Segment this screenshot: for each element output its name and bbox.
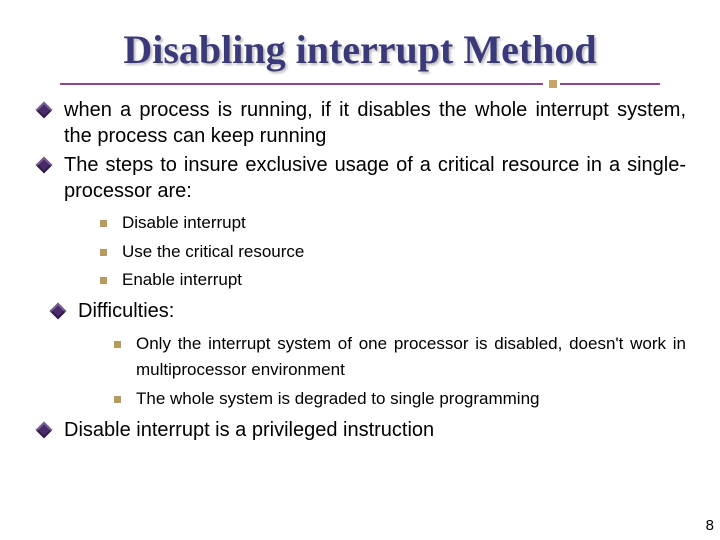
sub-list: Disable interrupt Use the critical resou…	[64, 210, 686, 293]
underline-line-short	[560, 83, 660, 85]
sub-item: Only the interrupt system of one process…	[114, 331, 686, 384]
bullet-item: Difficulties: Only the interrupt system …	[52, 299, 686, 412]
bullet-item: when a process is running, if it disable…	[38, 98, 686, 149]
sub-item-text: The whole system is degraded to single p…	[136, 386, 686, 412]
sub-item: Disable interrupt	[100, 210, 686, 236]
sub-item-text: Use the critical resource	[122, 242, 304, 261]
title-underline	[60, 80, 660, 88]
bullet-text: Disable interrupt is a privileged instru…	[64, 418, 686, 444]
bullet-item: Disable interrupt is a privileged instru…	[38, 418, 686, 444]
slide: Disabling interrupt Method when a proces…	[0, 0, 720, 540]
content-area: when a process is running, if it disable…	[30, 98, 690, 444]
underline-ornament-icon	[549, 80, 557, 88]
bullet-text: when a process is running, if it disable…	[64, 98, 686, 149]
slide-title: Disabling interrupt Method	[30, 28, 690, 72]
sub-item-text: Enable interrupt	[122, 270, 242, 289]
sub-item: Enable interrupt	[100, 267, 686, 293]
page-number: 8	[706, 517, 714, 534]
sub-item: The whole system is degraded to single p…	[114, 386, 686, 412]
sub-item-text: Only the interrupt system of one process…	[136, 331, 686, 384]
bullet-list: when a process is running, if it disable…	[30, 98, 690, 444]
sub-list: Only the interrupt system of one process…	[78, 331, 686, 412]
sub-item-text: Disable interrupt	[122, 213, 246, 232]
title-area: Disabling interrupt Method	[30, 0, 690, 72]
underline-line	[60, 83, 543, 85]
bullet-text: The steps to insure exclusive usage of a…	[64, 153, 686, 204]
sub-item: Use the critical resource	[100, 239, 686, 265]
bullet-item: The steps to insure exclusive usage of a…	[38, 153, 686, 293]
bullet-text: Difficulties:	[78, 299, 686, 325]
